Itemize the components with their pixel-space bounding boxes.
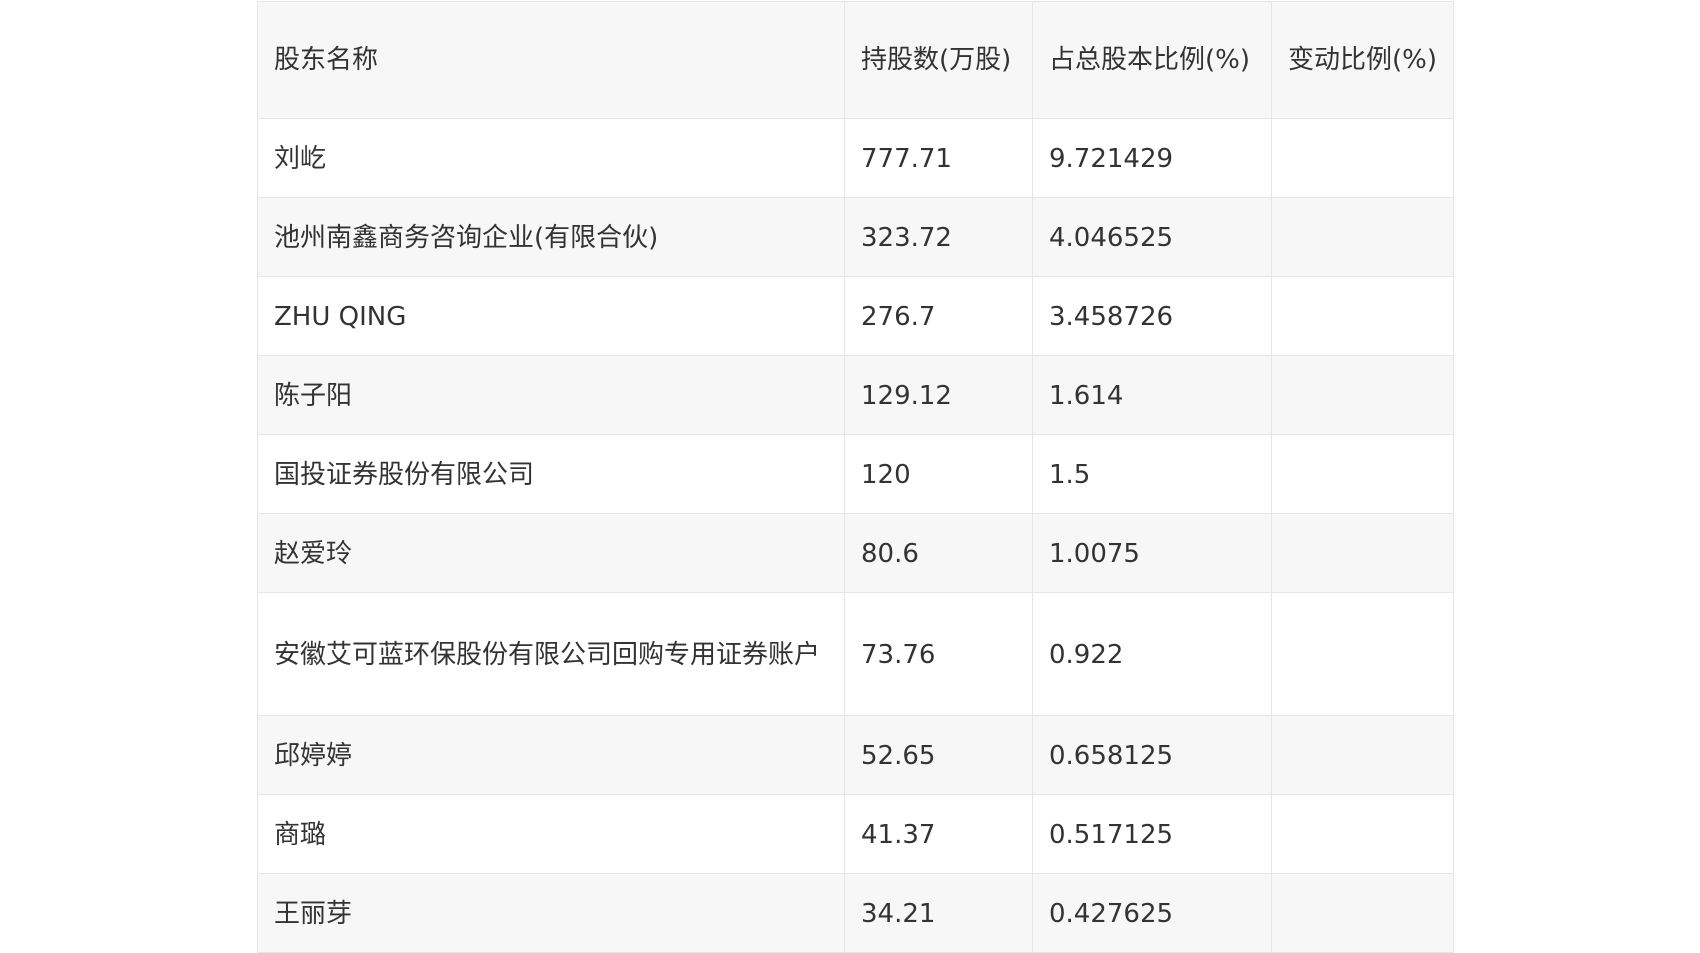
cell-ratio: 0.658125 [1032, 715, 1272, 795]
cell-name: 刘屹 [257, 118, 845, 198]
cell-change [1271, 715, 1454, 795]
table-row: 池州南鑫商务咨询企业(有限合伙) 323.72 4.046525 [257, 197, 1454, 277]
cell-ratio: 1.5 [1032, 434, 1272, 514]
cell-name: 王丽芽 [257, 873, 845, 953]
cell-change [1271, 276, 1454, 356]
cell-shares: 276.7 [844, 276, 1033, 356]
cell-shares: 323.72 [844, 197, 1033, 277]
header-share-ratio: 占总股本比例(%) [1032, 1, 1272, 119]
cell-shares: 52.65 [844, 715, 1033, 795]
table-header-row: 股东名称 持股数(万股) 占总股本比例(%) 变动比例(%) [257, 1, 1454, 119]
cell-shares: 777.71 [844, 118, 1033, 198]
cell-change [1271, 873, 1454, 953]
header-shares-held: 持股数(万股) [844, 1, 1033, 119]
cell-name: 邱婷婷 [257, 715, 845, 795]
cell-ratio: 1.614 [1032, 355, 1272, 435]
cell-ratio: 9.721429 [1032, 118, 1272, 198]
cell-shares: 73.76 [844, 592, 1033, 716]
cell-ratio: 1.0075 [1032, 513, 1272, 593]
cell-name: 安徽艾可蓝环保股份有限公司回购专用证券账户 [257, 592, 845, 716]
cell-change [1271, 355, 1454, 435]
header-change-ratio: 变动比例(%) [1271, 1, 1454, 119]
table-row: 赵爱玲 80.6 1.0075 [257, 513, 1454, 593]
table-row: 安徽艾可蓝环保股份有限公司回购专用证券账户 73.76 0.922 [257, 592, 1454, 716]
cell-change [1271, 794, 1454, 874]
cell-change [1271, 513, 1454, 593]
cell-shares: 41.37 [844, 794, 1033, 874]
cell-ratio: 0.517125 [1032, 794, 1272, 874]
cell-ratio: 0.922 [1032, 592, 1272, 716]
cell-ratio: 3.458726 [1032, 276, 1272, 356]
table-row: 商璐 41.37 0.517125 [257, 794, 1454, 874]
cell-name: 赵爱玲 [257, 513, 845, 593]
shareholder-table-container: 股东名称 持股数(万股) 占总股本比例(%) 变动比例(%) 刘屹 777.71… [257, 1, 1454, 953]
table-row: 陈子阳 129.12 1.614 [257, 355, 1454, 435]
cell-ratio: 0.427625 [1032, 873, 1272, 953]
cell-name: ZHU QING [257, 276, 845, 356]
table-row: 国投证券股份有限公司 120 1.5 [257, 434, 1454, 514]
cell-ratio: 4.046525 [1032, 197, 1272, 277]
table-row: ZHU QING 276.7 3.458726 [257, 276, 1454, 356]
cell-change [1271, 197, 1454, 277]
shareholder-table: 股东名称 持股数(万股) 占总股本比例(%) 变动比例(%) 刘屹 777.71… [257, 1, 1454, 953]
cell-shares: 129.12 [844, 355, 1033, 435]
cell-change [1271, 118, 1454, 198]
cell-shares: 80.6 [844, 513, 1033, 593]
table-row: 王丽芽 34.21 0.427625 [257, 873, 1454, 953]
header-shareholder-name: 股东名称 [257, 1, 845, 119]
table-row: 刘屹 777.71 9.721429 [257, 118, 1454, 198]
cell-name: 陈子阳 [257, 355, 845, 435]
cell-name: 商璐 [257, 794, 845, 874]
table-row: 邱婷婷 52.65 0.658125 [257, 715, 1454, 795]
cell-name: 国投证券股份有限公司 [257, 434, 845, 514]
cell-change [1271, 592, 1454, 716]
cell-shares: 120 [844, 434, 1033, 514]
cell-change [1271, 434, 1454, 514]
cell-shares: 34.21 [844, 873, 1033, 953]
cell-name: 池州南鑫商务咨询企业(有限合伙) [257, 197, 845, 277]
